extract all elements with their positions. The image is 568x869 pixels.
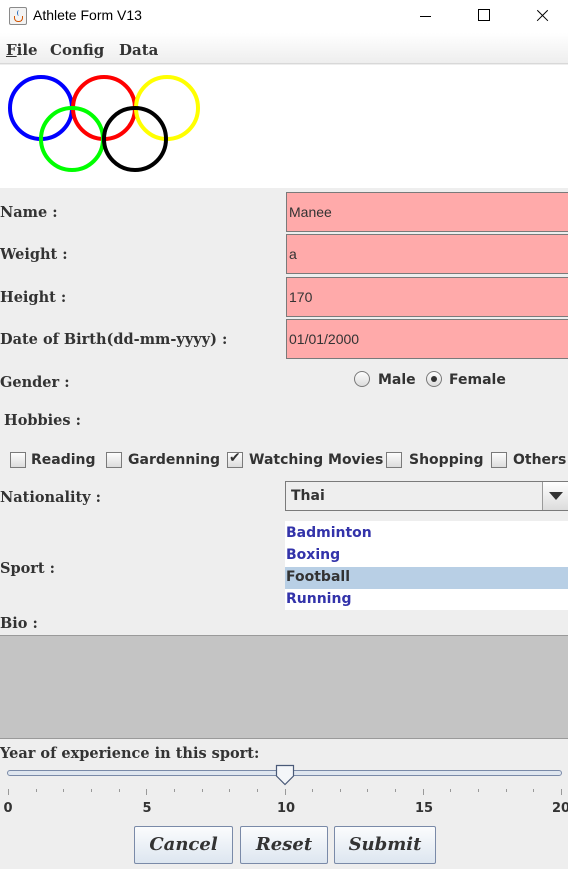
slider-tick [285, 789, 286, 795]
hobby-watching-movies-checkbox[interactable] [227, 450, 243, 468]
sport-label: Sport : [0, 560, 56, 577]
tick-label-5: 5 [142, 801, 152, 816]
bio-label: Bio : [0, 615, 38, 632]
weight-label: Weight : [0, 246, 68, 263]
chevron-down-icon[interactable] [542, 482, 568, 510]
hobby-gardenning-label[interactable]: Gardenning [128, 452, 220, 468]
slider-tick [91, 789, 92, 792]
hobby-reading-label[interactable]: Reading [31, 452, 96, 468]
experience-slider-thumb[interactable] [275, 764, 295, 786]
gender-male-radio[interactable] [354, 371, 370, 387]
logo-panel [0, 65, 568, 188]
olympic-rings-logo [8, 75, 200, 172]
name-label: Name : [0, 204, 58, 221]
experience-label: Year of experience in this sport: [0, 745, 260, 762]
slider-tick [561, 789, 562, 795]
tick-label-10: 10 [276, 801, 296, 816]
reset-button[interactable]: Reset [240, 826, 328, 864]
slider-tick [395, 789, 396, 792]
close-button[interactable] [512, 0, 568, 33]
weight-field[interactable]: a [286, 234, 568, 274]
slider-tick [312, 789, 313, 792]
tick-label-15: 15 [414, 801, 434, 816]
nationality-label: Nationality : [0, 489, 102, 506]
hobbies-label: Hobbies : [4, 412, 81, 429]
hobby-gardenning-checkbox[interactable] [106, 452, 122, 468]
hobby-others-label[interactable]: Others [513, 452, 566, 468]
slider-tick [423, 789, 424, 795]
hobby-shopping-label[interactable]: Shopping [409, 452, 484, 468]
slider-tick [174, 789, 175, 792]
slider-tick [257, 789, 258, 792]
sport-list[interactable]: Badminton Boxing Football Running [285, 521, 568, 610]
slider-tick [63, 789, 64, 792]
slider-tick [119, 789, 120, 792]
menu-bar: File Config Data [0, 33, 568, 64]
sport-item-football[interactable]: Football [285, 567, 568, 589]
slider-tick [146, 789, 147, 795]
menu-data[interactable]: Data [119, 41, 158, 59]
nationality-value: Thai [291, 488, 325, 504]
gender-label: Gender : [0, 374, 70, 391]
hobby-shopping-checkbox[interactable] [386, 452, 402, 468]
tick-label-0: 0 [3, 801, 13, 816]
maximize-button[interactable] [454, 0, 512, 33]
height-label: Height : [0, 289, 67, 306]
bio-textarea[interactable] [0, 635, 568, 739]
slider-tick [533, 789, 534, 792]
slider-tick [202, 789, 203, 792]
slider-tick [8, 789, 9, 795]
sport-item-boxing[interactable]: Boxing [285, 545, 568, 567]
gender-female-radio[interactable] [426, 371, 442, 387]
tick-label-20: 20 [551, 801, 568, 816]
slider-tick [36, 789, 37, 792]
slider-tick [229, 789, 230, 792]
slider-tick [450, 789, 451, 792]
name-field[interactable]: Manee [286, 192, 568, 232]
hobby-others-checkbox[interactable] [491, 452, 507, 468]
height-field[interactable]: 170 [286, 277, 568, 317]
java-cup-icon [9, 7, 27, 25]
dob-field[interactable]: 01/01/2000 [286, 319, 568, 359]
sport-item-badminton[interactable]: Badminton [285, 523, 568, 545]
slider-tick [506, 789, 507, 792]
hobby-watching-movies-label[interactable]: Watching Movies [249, 452, 383, 468]
sport-item-running[interactable]: Running [285, 589, 568, 611]
cancel-button[interactable]: Cancel [134, 826, 233, 864]
minimize-button[interactable] [396, 0, 454, 33]
hobby-reading-checkbox[interactable] [10, 452, 26, 468]
dob-label: Date of Birth(dd-mm-yyyy) : [0, 331, 228, 348]
nationality-combo[interactable]: Thai [285, 481, 568, 511]
menu-file[interactable]: File [6, 41, 38, 59]
submit-button[interactable]: Submit [334, 826, 436, 864]
menu-config[interactable]: Config [50, 41, 104, 59]
title-bar: Athlete Form V13 [0, 0, 568, 33]
slider-tick [367, 789, 368, 792]
gender-female-label[interactable]: Female [449, 372, 506, 388]
gender-male-label[interactable]: Male [378, 372, 416, 388]
slider-tick [340, 789, 341, 792]
window-title: Athlete Form V13 [33, 7, 142, 23]
slider-tick [478, 789, 479, 792]
